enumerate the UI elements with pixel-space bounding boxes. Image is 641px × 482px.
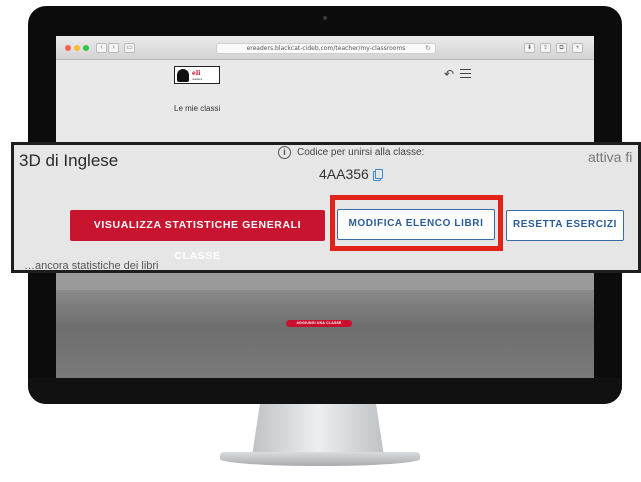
class-name: 3D di Inglese (19, 151, 119, 170)
class-code-label-row: i Codice per unirsi alla classe: (278, 146, 424, 159)
maximize-window-button[interactable] (83, 45, 89, 51)
back-button[interactable]: ‹ (96, 43, 107, 53)
info-icon: i (278, 146, 291, 159)
view-stats-button[interactable]: VISUALIZZA STATISTICHE GENERALI CLASSE (70, 210, 325, 262)
logo-subtext: readers (192, 77, 203, 81)
back-arrow-icon[interactable]: ↶ (444, 68, 454, 80)
class-code: 4AA356 (319, 166, 369, 182)
logo-text: eli (192, 70, 201, 77)
url-text: ereaders.blackcat-cideb.com/teacher/my-c… (246, 45, 406, 52)
stage: ‹ › ▭ ereaders.blackcat-cideb.com/teache… (0, 0, 641, 482)
zoom-callout-panel: 3D di Inglese i Codice per unirsi alla cl… (11, 142, 641, 273)
reset-exercises-button[interactable]: RESETTA ESERCIZI (506, 210, 624, 241)
camera-icon (323, 16, 327, 20)
page-title: Le mie classi (174, 104, 221, 113)
cropped-section-heading: …ancora statistiche dei libri (24, 260, 159, 272)
sidebar-toggle-button[interactable]: ▭ (124, 43, 135, 53)
close-window-button[interactable] (65, 45, 71, 51)
minimize-window-button[interactable] (74, 45, 80, 51)
downloads-icon[interactable]: ⬇ (524, 43, 535, 53)
add-class-button[interactable]: AGGIUNGI UNA CLASSE (286, 320, 352, 327)
copy-icon[interactable] (373, 169, 383, 181)
highlight-frame (330, 195, 503, 251)
address-bar[interactable]: ereaders.blackcat-cideb.com/teacher/my-c… (216, 43, 436, 54)
hamburger-menu-icon[interactable] (460, 69, 471, 78)
monitor-stand (252, 404, 384, 456)
dimmed-overlay-lower (56, 290, 594, 378)
reload-icon[interactable]: ↻ (425, 44, 431, 53)
new-tab-icon[interactable]: + (572, 43, 583, 53)
forward-button[interactable]: › (108, 43, 119, 53)
monitor-base (220, 452, 420, 466)
class-status[interactable]: attiva fi (588, 149, 632, 165)
class-code-label: Codice per unirsi alla classe: (297, 147, 425, 159)
browser-toolbar: ‹ › ▭ ereaders.blackcat-cideb.com/teache… (56, 36, 594, 60)
eli-readers-logo[interactable]: eli readers (174, 66, 220, 84)
tabs-icon[interactable]: ⧉ (556, 43, 567, 53)
share-icon[interactable]: ⇪ (540, 43, 551, 53)
monitor-chin (28, 378, 622, 404)
cat-logo-icon (177, 69, 189, 82)
